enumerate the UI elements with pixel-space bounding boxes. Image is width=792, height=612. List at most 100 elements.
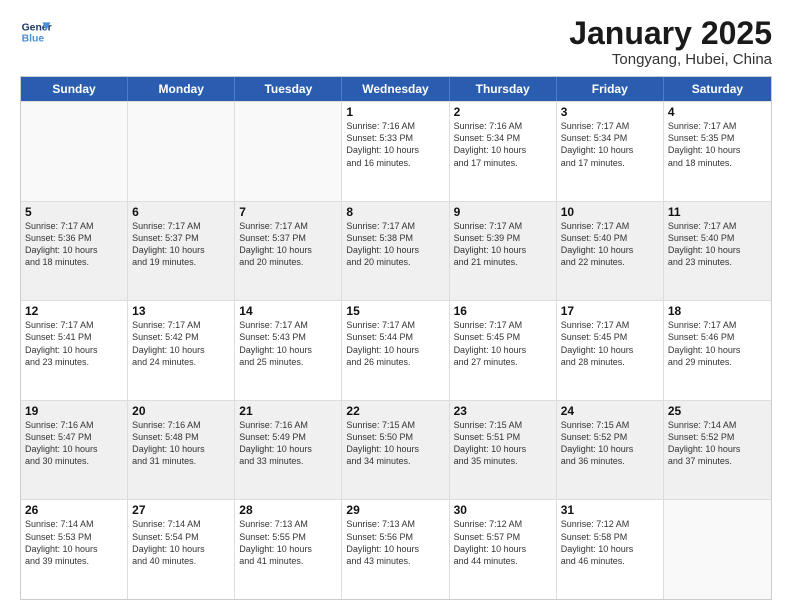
- calendar-cell: 31Sunrise: 7:12 AM Sunset: 5:58 PM Dayli…: [557, 500, 664, 599]
- day-number: 24: [561, 404, 659, 418]
- calendar-cell: 10Sunrise: 7:17 AM Sunset: 5:40 PM Dayli…: [557, 202, 664, 301]
- calendar-cell: 5Sunrise: 7:17 AM Sunset: 5:36 PM Daylig…: [21, 202, 128, 301]
- cell-info: Sunrise: 7:14 AM Sunset: 5:54 PM Dayligh…: [132, 518, 230, 567]
- calendar-cell: 11Sunrise: 7:17 AM Sunset: 5:40 PM Dayli…: [664, 202, 771, 301]
- calendar-cell: 22Sunrise: 7:15 AM Sunset: 5:50 PM Dayli…: [342, 401, 449, 500]
- day-header-saturday: Saturday: [664, 77, 771, 101]
- day-header-sunday: Sunday: [21, 77, 128, 101]
- day-header-thursday: Thursday: [450, 77, 557, 101]
- calendar-row-1: 1Sunrise: 7:16 AM Sunset: 5:33 PM Daylig…: [21, 101, 771, 201]
- cell-info: Sunrise: 7:16 AM Sunset: 5:34 PM Dayligh…: [454, 120, 552, 169]
- calendar-cell: [235, 102, 342, 201]
- day-number: 29: [346, 503, 444, 517]
- day-number: 26: [25, 503, 123, 517]
- calendar-cell: [664, 500, 771, 599]
- day-number: 21: [239, 404, 337, 418]
- cell-info: Sunrise: 7:13 AM Sunset: 5:56 PM Dayligh…: [346, 518, 444, 567]
- day-header-friday: Friday: [557, 77, 664, 101]
- svg-text:Blue: Blue: [22, 34, 45, 45]
- day-number: 15: [346, 304, 444, 318]
- calendar-cell: 8Sunrise: 7:17 AM Sunset: 5:38 PM Daylig…: [342, 202, 449, 301]
- day-number: 25: [668, 404, 767, 418]
- title-block: January 2025 Tongyang, Hubei, China: [569, 16, 772, 68]
- day-number: 9: [454, 205, 552, 219]
- day-number: 19: [25, 404, 123, 418]
- cell-info: Sunrise: 7:12 AM Sunset: 5:58 PM Dayligh…: [561, 518, 659, 567]
- day-number: 17: [561, 304, 659, 318]
- calendar-cell: 16Sunrise: 7:17 AM Sunset: 5:45 PM Dayli…: [450, 301, 557, 400]
- cell-info: Sunrise: 7:14 AM Sunset: 5:53 PM Dayligh…: [25, 518, 123, 567]
- day-number: 2: [454, 105, 552, 119]
- cell-info: Sunrise: 7:16 AM Sunset: 5:47 PM Dayligh…: [25, 419, 123, 468]
- cell-info: Sunrise: 7:17 AM Sunset: 5:37 PM Dayligh…: [239, 220, 337, 269]
- cell-info: Sunrise: 7:17 AM Sunset: 5:38 PM Dayligh…: [346, 220, 444, 269]
- cell-info: Sunrise: 7:17 AM Sunset: 5:40 PM Dayligh…: [668, 220, 767, 269]
- day-number: 4: [668, 105, 767, 119]
- calendar-header: SundayMondayTuesdayWednesdayThursdayFrid…: [21, 77, 771, 101]
- calendar-cell: 6Sunrise: 7:17 AM Sunset: 5:37 PM Daylig…: [128, 202, 235, 301]
- calendar-row-3: 12Sunrise: 7:17 AM Sunset: 5:41 PM Dayli…: [21, 300, 771, 400]
- calendar-cell: 26Sunrise: 7:14 AM Sunset: 5:53 PM Dayli…: [21, 500, 128, 599]
- cell-info: Sunrise: 7:15 AM Sunset: 5:52 PM Dayligh…: [561, 419, 659, 468]
- calendar-cell: 21Sunrise: 7:16 AM Sunset: 5:49 PM Dayli…: [235, 401, 342, 500]
- cell-info: Sunrise: 7:17 AM Sunset: 5:39 PM Dayligh…: [454, 220, 552, 269]
- day-number: 1: [346, 105, 444, 119]
- calendar-cell: [21, 102, 128, 201]
- header: General Blue January 2025 Tongyang, Hube…: [20, 16, 772, 68]
- cell-info: Sunrise: 7:17 AM Sunset: 5:36 PM Dayligh…: [25, 220, 123, 269]
- day-number: 8: [346, 205, 444, 219]
- day-number: 10: [561, 205, 659, 219]
- calendar-cell: 23Sunrise: 7:15 AM Sunset: 5:51 PM Dayli…: [450, 401, 557, 500]
- calendar-cell: 9Sunrise: 7:17 AM Sunset: 5:39 PM Daylig…: [450, 202, 557, 301]
- calendar-cell: 2Sunrise: 7:16 AM Sunset: 5:34 PM Daylig…: [450, 102, 557, 201]
- day-header-wednesday: Wednesday: [342, 77, 449, 101]
- calendar-cell: 1Sunrise: 7:16 AM Sunset: 5:33 PM Daylig…: [342, 102, 449, 201]
- page: General Blue January 2025 Tongyang, Hube…: [0, 0, 792, 612]
- cell-info: Sunrise: 7:13 AM Sunset: 5:55 PM Dayligh…: [239, 518, 337, 567]
- day-number: 16: [454, 304, 552, 318]
- calendar-subtitle: Tongyang, Hubei, China: [569, 51, 772, 68]
- calendar-cell: 17Sunrise: 7:17 AM Sunset: 5:45 PM Dayli…: [557, 301, 664, 400]
- cell-info: Sunrise: 7:17 AM Sunset: 5:35 PM Dayligh…: [668, 120, 767, 169]
- calendar-cell: 14Sunrise: 7:17 AM Sunset: 5:43 PM Dayli…: [235, 301, 342, 400]
- cell-info: Sunrise: 7:17 AM Sunset: 5:43 PM Dayligh…: [239, 319, 337, 368]
- day-number: 18: [668, 304, 767, 318]
- day-number: 11: [668, 205, 767, 219]
- calendar-cell: 29Sunrise: 7:13 AM Sunset: 5:56 PM Dayli…: [342, 500, 449, 599]
- day-number: 12: [25, 304, 123, 318]
- calendar-cell: 28Sunrise: 7:13 AM Sunset: 5:55 PM Dayli…: [235, 500, 342, 599]
- cell-info: Sunrise: 7:17 AM Sunset: 5:37 PM Dayligh…: [132, 220, 230, 269]
- day-number: 13: [132, 304, 230, 318]
- cell-info: Sunrise: 7:17 AM Sunset: 5:34 PM Dayligh…: [561, 120, 659, 169]
- cell-info: Sunrise: 7:15 AM Sunset: 5:50 PM Dayligh…: [346, 419, 444, 468]
- calendar: SundayMondayTuesdayWednesdayThursdayFrid…: [20, 76, 772, 600]
- day-header-monday: Monday: [128, 77, 235, 101]
- cell-info: Sunrise: 7:17 AM Sunset: 5:45 PM Dayligh…: [561, 319, 659, 368]
- cell-info: Sunrise: 7:17 AM Sunset: 5:41 PM Dayligh…: [25, 319, 123, 368]
- calendar-row-2: 5Sunrise: 7:17 AM Sunset: 5:36 PM Daylig…: [21, 201, 771, 301]
- cell-info: Sunrise: 7:17 AM Sunset: 5:45 PM Dayligh…: [454, 319, 552, 368]
- day-number: 6: [132, 205, 230, 219]
- day-number: 3: [561, 105, 659, 119]
- calendar-cell: [128, 102, 235, 201]
- calendar-cell: 7Sunrise: 7:17 AM Sunset: 5:37 PM Daylig…: [235, 202, 342, 301]
- calendar-cell: 30Sunrise: 7:12 AM Sunset: 5:57 PM Dayli…: [450, 500, 557, 599]
- logo: General Blue: [20, 16, 52, 48]
- calendar-cell: 19Sunrise: 7:16 AM Sunset: 5:47 PM Dayli…: [21, 401, 128, 500]
- day-number: 7: [239, 205, 337, 219]
- calendar-title: January 2025: [569, 16, 772, 51]
- calendar-row-4: 19Sunrise: 7:16 AM Sunset: 5:47 PM Dayli…: [21, 400, 771, 500]
- day-number: 5: [25, 205, 123, 219]
- calendar-cell: 20Sunrise: 7:16 AM Sunset: 5:48 PM Dayli…: [128, 401, 235, 500]
- cell-info: Sunrise: 7:16 AM Sunset: 5:49 PM Dayligh…: [239, 419, 337, 468]
- day-number: 27: [132, 503, 230, 517]
- day-number: 28: [239, 503, 337, 517]
- cell-info: Sunrise: 7:16 AM Sunset: 5:33 PM Dayligh…: [346, 120, 444, 169]
- cell-info: Sunrise: 7:15 AM Sunset: 5:51 PM Dayligh…: [454, 419, 552, 468]
- day-number: 31: [561, 503, 659, 517]
- day-number: 14: [239, 304, 337, 318]
- calendar-cell: 27Sunrise: 7:14 AM Sunset: 5:54 PM Dayli…: [128, 500, 235, 599]
- calendar-body: 1Sunrise: 7:16 AM Sunset: 5:33 PM Daylig…: [21, 101, 771, 599]
- cell-info: Sunrise: 7:17 AM Sunset: 5:42 PM Dayligh…: [132, 319, 230, 368]
- day-number: 20: [132, 404, 230, 418]
